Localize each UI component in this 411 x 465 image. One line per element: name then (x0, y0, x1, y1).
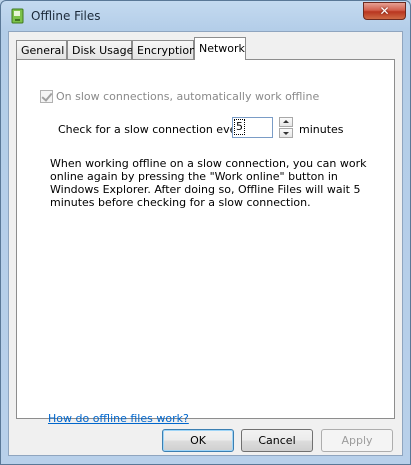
interval-input[interactable]: 5 (232, 117, 273, 138)
tab-network[interactable]: Network (194, 37, 246, 60)
work-offline-checkbox[interactable] (40, 90, 53, 103)
close-icon: ✕ (379, 4, 390, 18)
help-link[interactable]: How do offline files work? (48, 412, 189, 425)
offline-description: When working offline on a slow connectio… (50, 157, 367, 209)
apply-button[interactable]: Apply (321, 429, 393, 452)
tab-encryption[interactable]: Encryption (132, 40, 196, 59)
close-button[interactable]: ✕ (363, 2, 406, 20)
cancel-button[interactable]: Cancel (241, 429, 313, 452)
tab-general[interactable]: General (16, 40, 67, 59)
work-offline-checkbox-label: On slow connections, automatically work … (56, 90, 320, 103)
interval-value: 5 (234, 119, 245, 135)
slow-connection-label: Check for a slow connection every (58, 123, 248, 136)
tab-disk-usage[interactable]: Disk Usage (67, 40, 133, 59)
interval-increase-button[interactable] (279, 117, 293, 127)
interval-decrease-button[interactable] (279, 128, 293, 138)
ok-button[interactable]: OK (162, 429, 234, 452)
offline-files-dialog: Offline Files ✕ General Disk Usage Encry… (0, 0, 411, 465)
offline-files-icon (11, 8, 24, 24)
interval-unit-label: minutes (299, 123, 344, 136)
dialog-client-area: General Disk Usage Encryption Network On… (8, 31, 403, 456)
title-bar: Offline Files ✕ (1, 1, 410, 31)
network-tab-panel: On slow connections, automatically work … (16, 59, 395, 425)
window-title: Offline Files (31, 9, 101, 23)
